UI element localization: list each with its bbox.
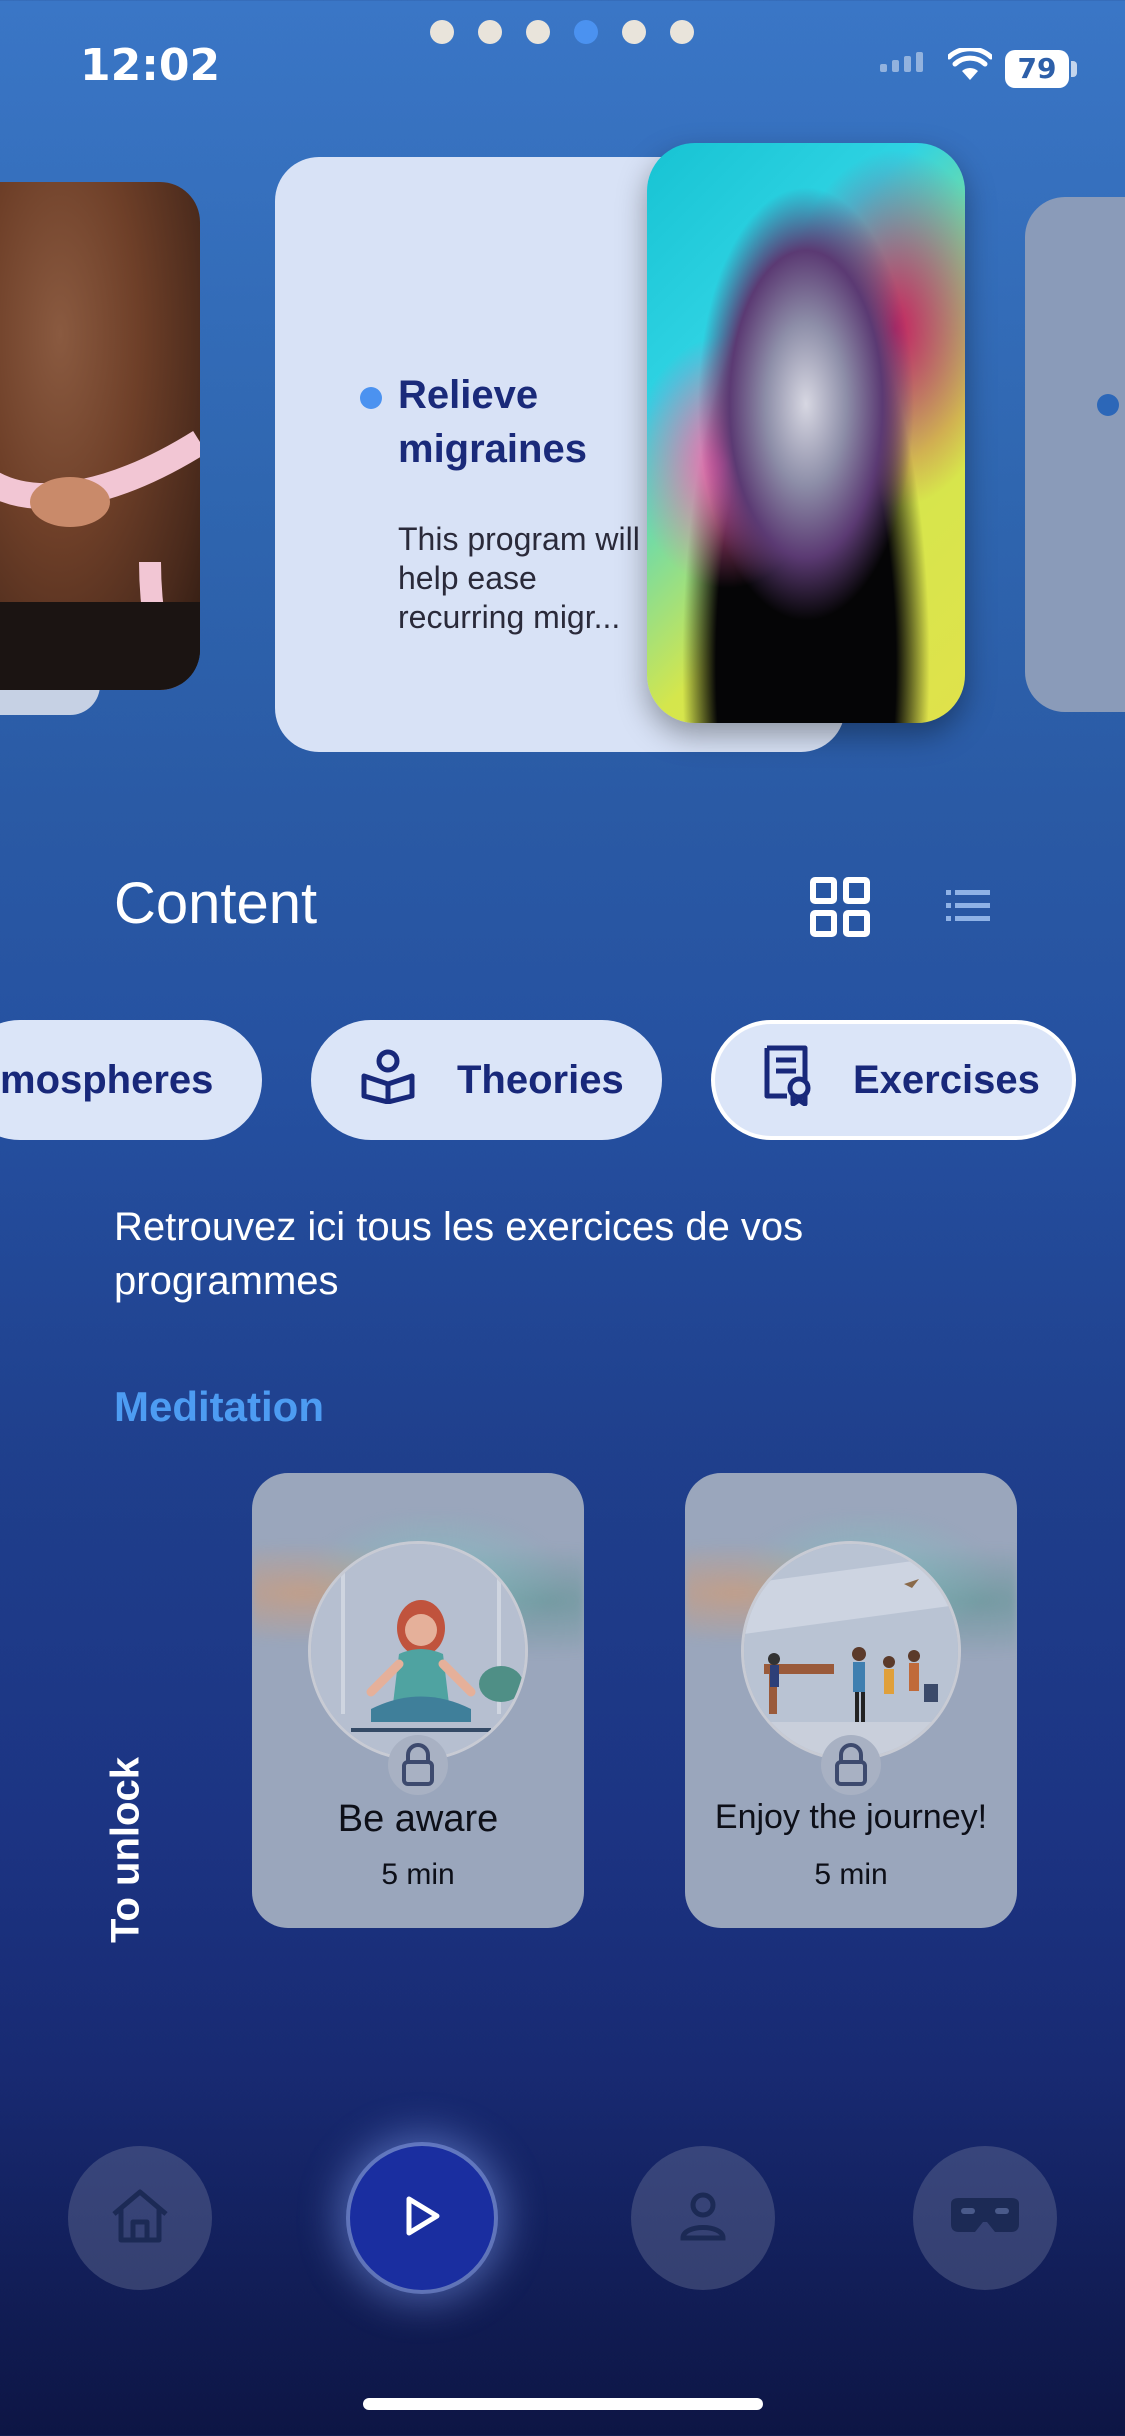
chip-label: mospheres — [0, 1057, 214, 1102]
exercise-illustration — [308, 1541, 528, 1761]
page-dot-active[interactable] — [574, 20, 598, 44]
card-bullet — [360, 387, 382, 409]
to-unlock-label: To unlock — [103, 1757, 148, 1943]
chip-label: Exercises — [853, 1057, 1040, 1102]
battery-icon: 79 — [1005, 50, 1069, 88]
exercise-title: Enjoy the journey! — [714, 1798, 988, 1836]
nav-vr-button[interactable] — [913, 2146, 1057, 2290]
home-icon — [110, 2188, 170, 2248]
profile-icon — [675, 2188, 731, 2248]
program-description: This program will help ease recurring mi… — [398, 521, 640, 635]
lock-icon — [388, 1735, 448, 1795]
list-view-icon[interactable] — [946, 888, 990, 928]
play-icon — [399, 2193, 445, 2243]
chip-theories[interactable]: Theories — [311, 1020, 662, 1140]
page-dot[interactable] — [526, 20, 550, 44]
grid-view-icon[interactable] — [810, 877, 870, 941]
exercise-title: Be aware — [337, 1798, 499, 1840]
exercises-icon — [763, 1044, 813, 1116]
card-bullet — [1097, 394, 1119, 416]
page-dot[interactable] — [478, 20, 502, 44]
page-dot[interactable] — [430, 20, 454, 44]
exercise-card[interactable]: Enjoy the journey! 5 min — [685, 1473, 1017, 1928]
section-description: Retrouvez ici tous les exercices de vos … — [114, 1205, 804, 1303]
page-dot[interactable] — [670, 20, 694, 44]
chip-label: Theories — [457, 1057, 624, 1102]
battery-tip — [1071, 61, 1077, 77]
nav-home-button[interactable] — [68, 2146, 212, 2290]
cellular-signal-icon — [880, 52, 923, 72]
theories-icon — [359, 1046, 417, 1114]
chip-exercises[interactable]: Exercises — [711, 1020, 1076, 1140]
page-dot[interactable] — [622, 20, 646, 44]
carousel-page-indicator — [430, 20, 694, 44]
home-indicator[interactable] — [363, 2398, 763, 2410]
exercise-card[interactable]: Be aware 5 min — [252, 1473, 584, 1928]
exercise-duration: 5 min — [814, 1858, 888, 1891]
exercise-duration: 5 min — [381, 1858, 455, 1891]
wifi-icon — [946, 46, 994, 86]
content-heading: Content — [114, 871, 318, 936]
status-time: 12:02 — [80, 40, 221, 91]
vr-headset-icon — [947, 2196, 1023, 2240]
program-image — [647, 143, 965, 723]
chip-atmospheres[interactable]: mospheres — [0, 1020, 262, 1140]
program-title: Relieve migraines — [398, 373, 587, 471]
nav-play-button[interactable] — [350, 2146, 494, 2290]
next-program-card[interactable] — [1025, 197, 1125, 712]
lock-icon — [821, 1735, 881, 1795]
nav-profile-button[interactable] — [631, 2146, 775, 2290]
exercise-illustration — [741, 1541, 961, 1761]
previous-program-card[interactable] — [0, 182, 200, 690]
section-title: Meditation — [114, 1383, 324, 1430]
